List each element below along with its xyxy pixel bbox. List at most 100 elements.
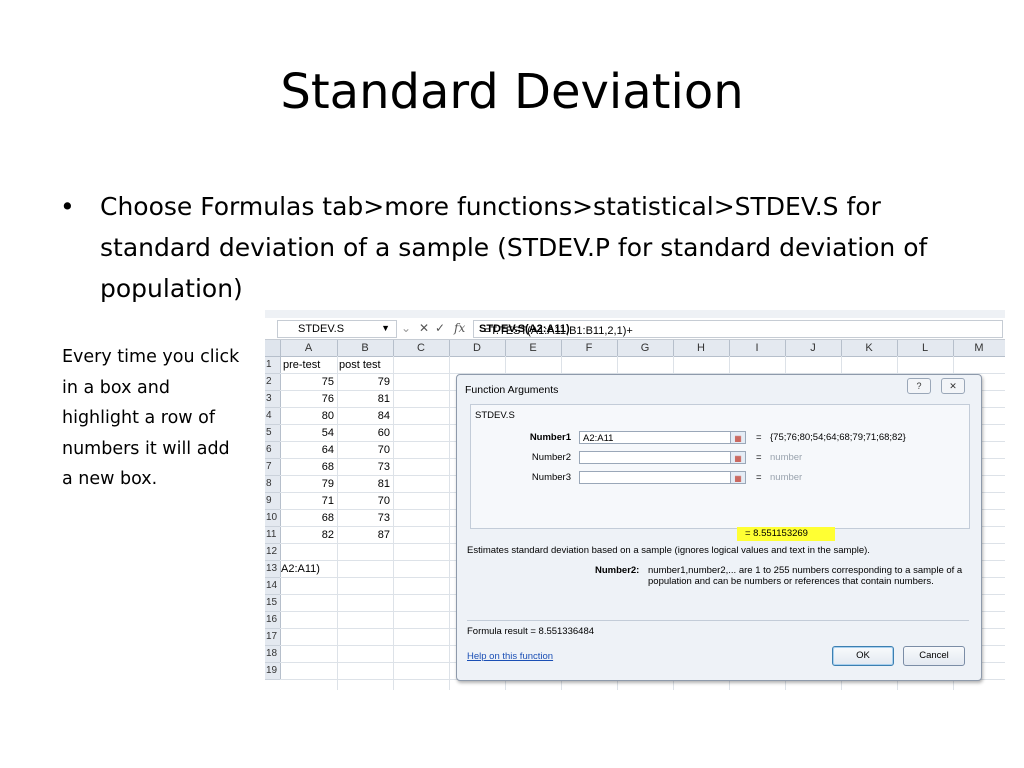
ok-button[interactable]: OK	[832, 646, 894, 666]
cell-a13[interactable]: A2:A11)	[281, 561, 320, 577]
select-all-corner[interactable]	[265, 340, 281, 356]
close-icon: ✕	[949, 381, 957, 391]
formula-bar: STDEV.S ▼ ⌄ ✕ ✓ fx =T.TEST(A1:A11,B1:B11…	[265, 318, 1005, 340]
name-box-value: STDEV.S	[298, 323, 345, 335]
bullet-text: Choose Formulas tab>more functions>stati…	[100, 192, 928, 303]
close-button[interactable]: ✕	[941, 378, 965, 394]
arg1-ref-icon[interactable]: ▦	[730, 431, 746, 444]
cell-b9[interactable]: 70	[337, 493, 390, 509]
side-note: Every time you click in a box and highli…	[62, 347, 240, 489]
row-header-10[interactable]: 10	[265, 510, 281, 527]
row-header-1[interactable]: 1	[265, 357, 281, 374]
arg2-input[interactable]	[579, 451, 745, 464]
cell-a8[interactable]: 79	[280, 476, 334, 492]
cell-b2[interactable]: 79	[337, 374, 390, 390]
cell-a3[interactable]: 76	[280, 391, 334, 407]
cell-a2[interactable]: 75	[280, 374, 334, 390]
arg2-result: number	[770, 452, 803, 463]
help-button[interactable]: ?	[907, 378, 931, 394]
arg3-equals: =	[756, 472, 762, 483]
row-header-17[interactable]: 17	[265, 629, 281, 646]
formula-result: Formula result = 8.551336484	[467, 626, 595, 637]
arg1-input[interactable]: A2:A11	[579, 431, 745, 444]
function-result: = 8.551153269	[745, 528, 808, 539]
row-header-11[interactable]: 11	[265, 527, 281, 544]
row-header-18[interactable]: 18	[265, 646, 281, 663]
cell-b7[interactable]: 73	[337, 459, 390, 475]
col-header-g[interactable]: G	[617, 340, 674, 356]
column-headers: A B C D E F G H I J K L M	[265, 340, 1005, 357]
cell-b5[interactable]: 60	[337, 425, 390, 441]
cell-b1[interactable]: post test	[339, 357, 381, 373]
arg2-equals: =	[756, 452, 762, 463]
col-header-j[interactable]: J	[785, 340, 842, 356]
cancel-button[interactable]: Cancel	[903, 646, 965, 666]
row-header-4[interactable]: 4	[265, 408, 281, 425]
argument-name: Number2:	[595, 565, 640, 576]
col-header-i[interactable]: I	[729, 340, 786, 356]
col-header-a[interactable]: A	[280, 340, 338, 356]
cell-b4[interactable]: 84	[337, 408, 390, 424]
cell-b6[interactable]: 70	[337, 442, 390, 458]
row-header-19[interactable]: 19	[265, 663, 281, 680]
cell-a11[interactable]: 82	[280, 527, 334, 543]
row-header-14[interactable]: 14	[265, 578, 281, 595]
col-header-c[interactable]: C	[393, 340, 450, 356]
col-header-k[interactable]: K	[841, 340, 898, 356]
row-header-12[interactable]: 12	[265, 544, 281, 561]
cell-a9[interactable]: 71	[280, 493, 334, 509]
arg3-label: Number3	[531, 472, 571, 483]
col-header-h[interactable]: H	[673, 340, 730, 356]
enter-check-icon[interactable]: ✓	[435, 321, 445, 335]
help-icon: ?	[916, 381, 922, 391]
arg3-ref-icon[interactable]: ▦	[730, 471, 746, 484]
help-link[interactable]: Help on this function	[467, 651, 553, 662]
insert-function-icon[interactable]: fx	[454, 321, 465, 335]
row-header-9[interactable]: 9	[265, 493, 281, 510]
function-description: Estimates standard deviation based on a …	[467, 545, 870, 556]
function-name-label: STDEV.S	[475, 410, 515, 421]
col-header-b[interactable]: B	[337, 340, 394, 356]
col-header-e[interactable]: E	[505, 340, 562, 356]
divider	[467, 620, 969, 621]
cell-b3[interactable]: 81	[337, 391, 390, 407]
arg2-ref-icon[interactable]: ▦	[730, 451, 746, 464]
cell-a6[interactable]: 64	[280, 442, 334, 458]
col-header-m[interactable]: M	[953, 340, 1005, 356]
row-header-13[interactable]: 13	[265, 561, 281, 578]
splitter-icon: ⌄	[401, 321, 412, 335]
row-header-16[interactable]: 16	[265, 612, 281, 629]
name-box-dropdown-icon[interactable]: ▼	[381, 323, 390, 333]
cell-b10[interactable]: 73	[337, 510, 390, 526]
arg1-label: Number1	[529, 432, 571, 443]
cell-a4[interactable]: 80	[280, 408, 334, 424]
col-header-f[interactable]: F	[561, 340, 618, 356]
function-result-highlight: = 8.551153269	[737, 527, 835, 541]
row-header-6[interactable]: 6	[265, 442, 281, 459]
col-header-l[interactable]: L	[897, 340, 954, 356]
cell-a10[interactable]: 68	[280, 510, 334, 526]
cell-b11[interactable]: 87	[337, 527, 390, 543]
formula-input[interactable]: =T.TEST(A1:A11,B1:B11,2,1)+ STDEV.S(A2:A1…	[473, 320, 1003, 338]
cell-a1[interactable]: pre-test	[283, 357, 320, 373]
row-header-7[interactable]: 7	[265, 459, 281, 476]
slide-title: Standard Deviation	[280, 64, 744, 120]
bullet-dot-icon: •	[60, 192, 75, 221]
name-box[interactable]: STDEV.S ▼	[277, 320, 397, 338]
row-header-2[interactable]: 2	[265, 374, 281, 391]
row-header-5[interactable]: 5	[265, 425, 281, 442]
cell-a7[interactable]: 68	[280, 459, 334, 475]
row-header-3[interactable]: 3	[265, 391, 281, 408]
arguments-group: STDEV.S Number1 A2:A11 ▦ = {75;76;80;54;…	[470, 404, 970, 529]
arg2-label: Number2	[531, 452, 571, 463]
row-header-8[interactable]: 8	[265, 476, 281, 493]
argument-help: number1,number2,... are 1 to 255 numbers…	[648, 565, 963, 587]
row-header-15[interactable]: 15	[265, 595, 281, 612]
cell-a5[interactable]: 54	[280, 425, 334, 441]
arg3-input[interactable]	[579, 471, 745, 484]
cancel-x-icon[interactable]: ✕	[419, 321, 429, 335]
col-header-d[interactable]: D	[449, 340, 506, 356]
arg1-equals: =	[756, 432, 762, 443]
function-arguments-dialog: Function Arguments ? ✕ STDEV.S Number1 A…	[456, 374, 982, 681]
cell-b8[interactable]: 81	[337, 476, 390, 492]
